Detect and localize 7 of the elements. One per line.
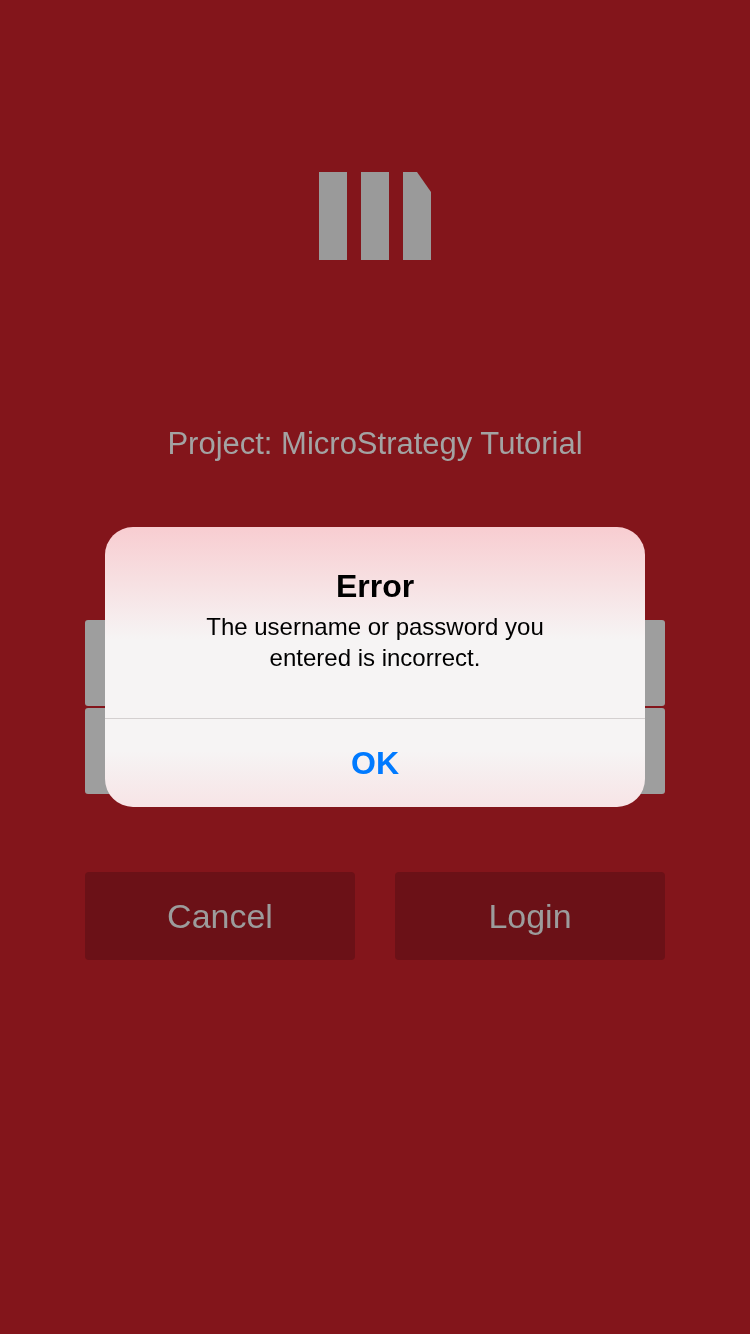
login-button[interactable]: Login (395, 872, 665, 960)
logo-icon (319, 172, 431, 260)
project-label: Project: MicroStrategy Tutorial (167, 426, 583, 462)
cancel-button[interactable]: Cancel (85, 872, 355, 960)
alert-message: The username or password you entered is incorrect. (205, 612, 545, 673)
ok-button[interactable]: OK (105, 719, 645, 807)
alert-title: Error (335, 567, 415, 605)
